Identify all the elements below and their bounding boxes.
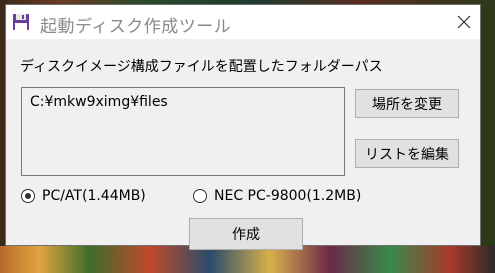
- radio-nec-pc9800-label: NEC PC-9800(1.2MB): [214, 188, 362, 204]
- radio-nec-pc9800[interactable]: NEC PC-9800(1.2MB): [193, 188, 361, 204]
- dialog-client-area: ディスクイメージ構成ファイルを配置したフォルダーパス C:¥mkw9ximg¥f…: [6, 39, 480, 250]
- radio-selected-indicator[interactable]: [21, 189, 35, 203]
- folder-path-list[interactable]: C:¥mkw9ximg¥files: [21, 87, 345, 176]
- radio-unselected-indicator[interactable]: [193, 189, 207, 203]
- list-item[interactable]: C:¥mkw9ximg¥files: [30, 94, 168, 110]
- folder-path-label: ディスクイメージ構成ファイルを配置したフォルダーパス: [20, 59, 383, 75]
- desktop-background-strip: [0, 246, 495, 273]
- dialog-window: 起動ディスク作成ツール ディスクイメージ構成ファイルを配置したフォルダーパス C…: [5, 4, 481, 250]
- radio-pc-at[interactable]: PC/AT(1.44MB): [21, 188, 146, 204]
- close-button[interactable]: [452, 10, 476, 34]
- radio-pc-at-label: PC/AT(1.44MB): [42, 188, 146, 204]
- title-bar[interactable]: 起動ディスク作成ツール: [6, 5, 480, 39]
- close-icon: [457, 15, 471, 29]
- window-title: 起動ディスク作成ツール: [40, 17, 232, 37]
- floppy-disk-icon: [12, 13, 30, 31]
- create-button[interactable]: 作成: [189, 218, 303, 250]
- change-location-button[interactable]: 場所を変更: [355, 89, 459, 118]
- edit-list-button[interactable]: リストを編集: [355, 139, 459, 168]
